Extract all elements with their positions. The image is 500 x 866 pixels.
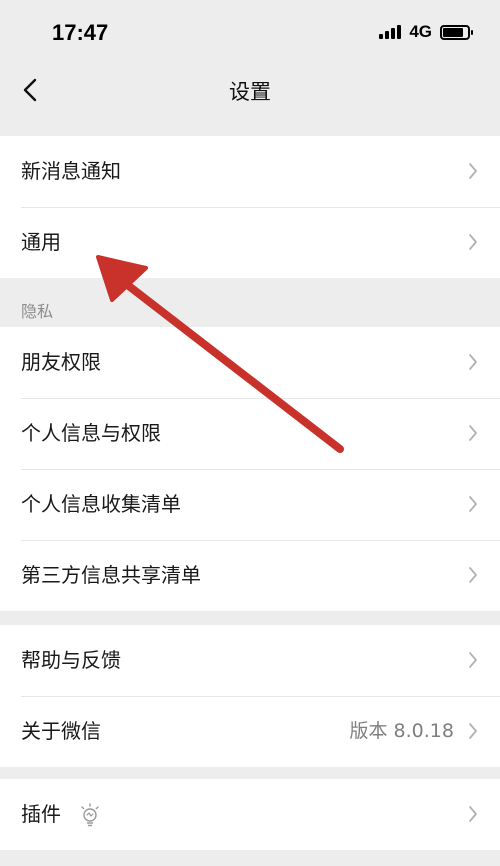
row-label: 个人信息与权限 <box>21 421 161 445</box>
settings-group-privacy: 朋友权限 个人信息与权限 个人信息收集清单 第三方信息共享清单 <box>0 327 500 611</box>
network-type: 4G <box>409 22 432 41</box>
settings-row-plugins[interactable]: 插件 <box>0 779 500 850</box>
status-time: 17:47 <box>52 20 109 45</box>
chevron-right-icon <box>469 723 477 739</box>
settings-group-plugins: 插件 <box>0 779 500 850</box>
settings-row-personal-info-collection[interactable]: 个人信息收集清单 <box>0 469 500 540</box>
row-label: 新消息通知 <box>21 159 121 183</box>
chevron-right-icon <box>469 354 477 370</box>
row-label: 通用 <box>21 230 61 254</box>
nav-bar: 设置 <box>0 62 500 118</box>
battery-icon <box>440 24 473 40</box>
status-indicators: 4G <box>379 22 473 42</box>
settings-row-friend-permissions[interactable]: 朋友权限 <box>0 327 500 398</box>
signal-icon <box>379 25 402 39</box>
settings-row-about-wechat[interactable]: 关于微信 版本 8.0.18 <box>0 696 500 767</box>
settings-row-third-party-sharing[interactable]: 第三方信息共享清单 <box>0 540 500 611</box>
settings-row-personal-info-permissions[interactable]: 个人信息与权限 <box>0 398 500 469</box>
settings-row-new-message-notification[interactable]: 新消息通知 <box>0 136 500 207</box>
lightbulb-icon <box>81 803 99 827</box>
status-bar: 17:47 4G <box>0 0 500 62</box>
chevron-right-icon <box>469 425 477 441</box>
settings-row-general[interactable]: 通用 <box>0 207 500 278</box>
chevron-right-icon <box>469 652 477 668</box>
section-header-privacy: 隐私 <box>21 302 54 321</box>
row-label: 朋友权限 <box>21 350 101 374</box>
page-title: 设置 <box>229 80 271 104</box>
chevron-right-icon <box>469 567 477 583</box>
row-label: 个人信息收集清单 <box>21 492 181 516</box>
row-label: 第三方信息共享清单 <box>21 563 201 587</box>
settings-group-general: 新消息通知 通用 <box>0 136 500 278</box>
chevron-right-icon <box>469 806 477 822</box>
row-label: 插件 <box>21 802 61 826</box>
chevron-right-icon <box>469 163 477 179</box>
version-value: 版本 8.0.18 <box>349 720 454 742</box>
settings-row-help-feedback[interactable]: 帮助与反馈 <box>0 625 500 696</box>
settings-group-help: 帮助与反馈 关于微信 版本 8.0.18 <box>0 625 500 767</box>
chevron-right-icon <box>469 234 477 250</box>
chevron-right-icon <box>469 496 477 512</box>
row-label: 帮助与反馈 <box>21 648 121 672</box>
row-label: 关于微信 <box>21 719 101 743</box>
